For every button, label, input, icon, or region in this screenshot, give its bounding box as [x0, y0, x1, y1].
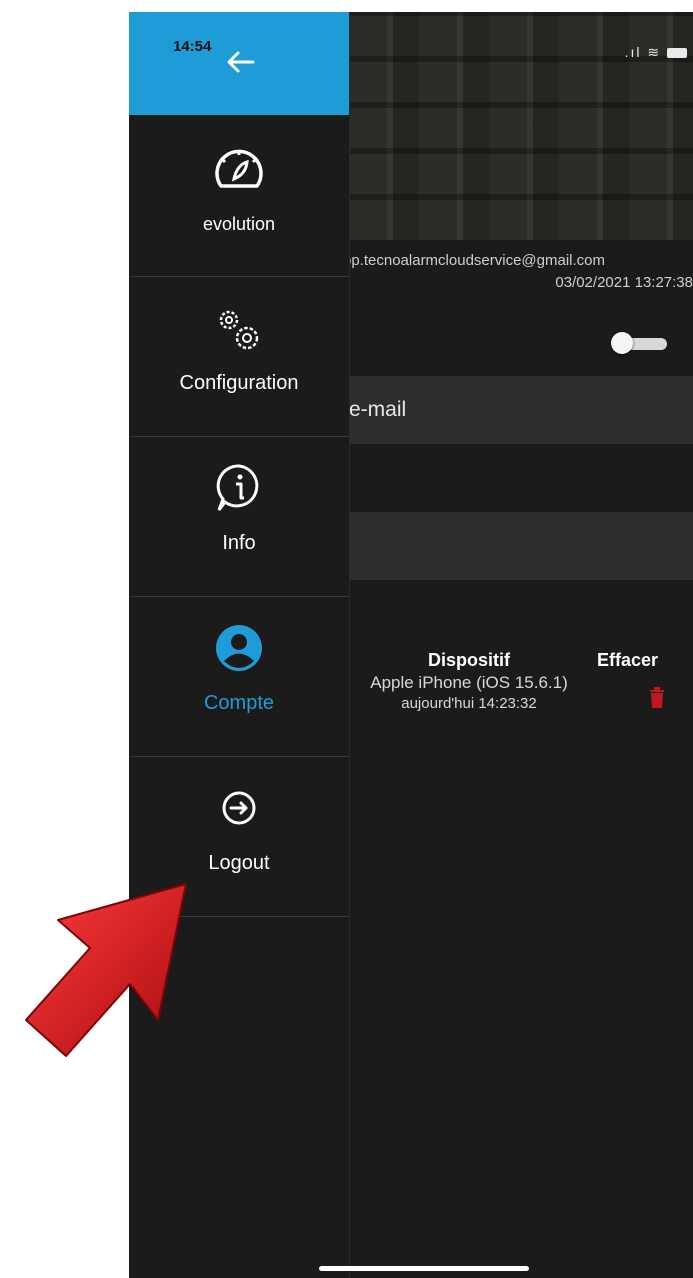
drawer-header: 14:54 [129, 12, 349, 115]
gears-icon [219, 310, 259, 350]
signal-icon: .ıl [624, 44, 642, 60]
device-header: Dispositif [427, 650, 510, 670]
account-date: 03/02/2021 13:27:38 [555, 274, 693, 291]
input-field[interactable] [349, 512, 693, 580]
phone-screen: .ıl ≋ pp.tecnoalarmcloudservice@gmail.co… [129, 12, 693, 1278]
wifi-icon: ≋ [647, 44, 662, 60]
home-indicator [319, 1266, 529, 1271]
account-page: .ıl ≋ pp.tecnoalarmcloudservice@gmail.co… [341, 12, 693, 1278]
device-name: Apple iPhone (iOS 15.6.1) [370, 673, 568, 692]
device-column: Dispositif Apple iPhone (iOS 15.6.1) auj… [353, 650, 585, 712]
nav-item-configuration[interactable]: Configuration [129, 276, 349, 437]
nav-item-evolution[interactable]: evolution [129, 116, 349, 277]
nav-label-info: Info [222, 532, 256, 554]
logout-icon [222, 791, 256, 825]
user-icon [216, 625, 262, 671]
nav-label-evolution: evolution [202, 214, 276, 234]
nav-label-compte: Compte [203, 692, 275, 714]
nav-item-info[interactable]: Info [129, 436, 349, 597]
account-email: pp.tecnoalarmcloudservice@gmail.com [343, 252, 606, 269]
back-arrow-icon[interactable] [225, 50, 255, 74]
status-time: 14:54 [173, 38, 212, 55]
info-icon [216, 464, 259, 511]
nav-label-logout: Logout [208, 852, 270, 874]
email-field-label: e-mail [349, 398, 407, 421]
navigation-drawer: 14:54 evolution Configuration Info Compt… [129, 12, 350, 1278]
nav-label-configuration: Configuration [179, 372, 299, 394]
trash-icon[interactable] [649, 687, 665, 709]
annotation-arrow-icon [25, 883, 187, 1057]
erase-column: Effacer [597, 650, 693, 671]
gauge-icon [215, 149, 263, 188]
nav-item-compte[interactable]: Compte [129, 596, 349, 757]
erase-header: Effacer [597, 650, 659, 670]
battery-icon [667, 48, 687, 59]
email-field[interactable]: e-mail [349, 376, 693, 444]
status-icons: .ıl ≋ [625, 44, 687, 61]
settings-toggle[interactable] [611, 332, 673, 354]
device-last-access: aujourd'hui 14:23:32 [401, 695, 537, 712]
